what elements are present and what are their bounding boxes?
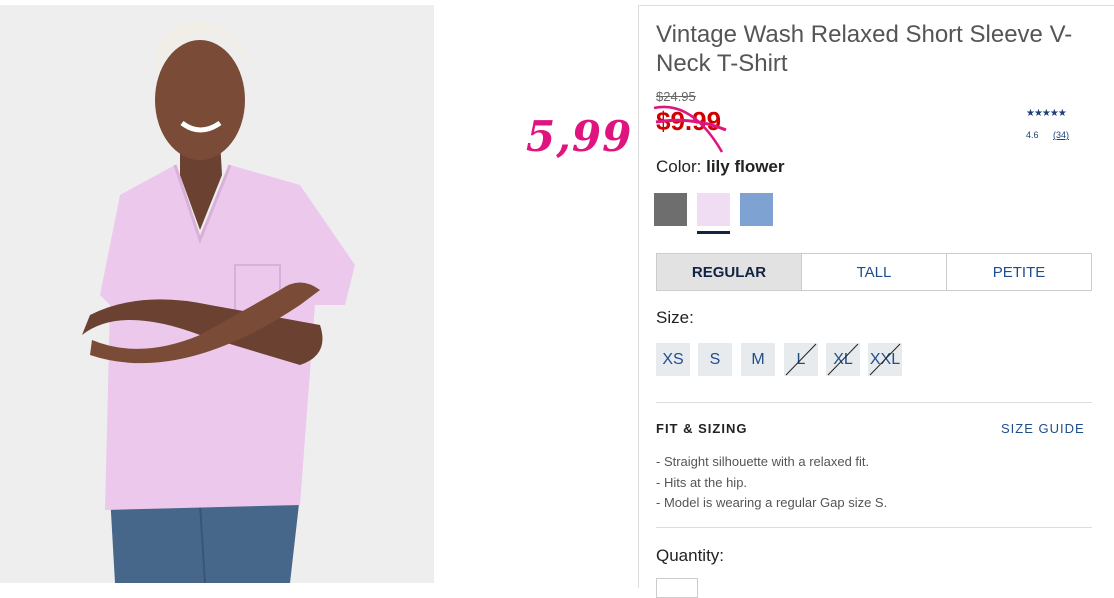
size-label: Size: [656, 308, 694, 327]
product-title: Vintage Wash Relaxed Short Sleeve V-Neck… [656, 21, 1073, 77]
size-xs-label: XS [662, 350, 684, 368]
selected-swatch-indicator [697, 231, 730, 234]
unavailable-slash [827, 343, 859, 376]
fit-tab-regular[interactable]: REGULAR [657, 254, 801, 290]
rating-stars: ★★★★★ [1026, 108, 1067, 119]
quantity-label: Quantity: [656, 546, 725, 565]
fit-detail-item: - Model is wearing a regular Gap size S. [656, 495, 888, 510]
review-count[interactable]: (34) [1053, 130, 1069, 140]
product-image [0, 5, 434, 583]
swatch-lily-flower[interactable] [697, 193, 730, 226]
swatch-charcoal[interactable] [654, 193, 687, 226]
size-xs-button[interactable]: XS [656, 343, 690, 376]
size-l-button[interactable]: L [784, 343, 818, 376]
price-annotation: 5,99 [526, 112, 633, 161]
unavailable-slash [785, 343, 817, 376]
unavailable-slash [869, 343, 901, 376]
size-guide-link[interactable]: SIZE GUIDE [1001, 421, 1085, 436]
color-value: lily flower [706, 157, 785, 176]
fit-detail-item: - Straight silhouette with a relaxed fit… [656, 454, 870, 469]
fit-selector: REGULAR TALL PETITE [656, 253, 1092, 291]
quantity-input[interactable] [656, 578, 698, 598]
fit-tab-petite[interactable]: PETITE [946, 254, 1091, 290]
size-s-button[interactable]: S [698, 343, 732, 376]
fit-tab-tall[interactable]: TALL [801, 254, 946, 290]
swatch-blue[interactable] [740, 193, 773, 226]
model-illustration [0, 5, 434, 583]
price-strikethrough-marks [653, 105, 727, 153]
size-xl-button[interactable]: XL [826, 343, 860, 376]
divider [656, 402, 1092, 403]
rating-score: 4.6 [1026, 130, 1039, 140]
size-m-label: M [751, 350, 765, 368]
size-xxl-button[interactable]: XXL [868, 343, 902, 376]
color-line: Color: lily flower [656, 157, 785, 177]
fit-detail-item: - Hits at the hip. [656, 474, 748, 490]
fit-sizing-heading: FIT & SIZING [656, 421, 748, 436]
size-s-label: S [709, 350, 721, 368]
color-label: Color: [656, 157, 702, 176]
size-m-button[interactable]: M [741, 343, 775, 376]
product-rating[interactable]: ★★★★★ 4.6 (34) [1026, 108, 1069, 140]
divider [656, 527, 1092, 528]
fit-details-list: - Straight silhouette with a relaxed fit… [656, 452, 887, 514]
